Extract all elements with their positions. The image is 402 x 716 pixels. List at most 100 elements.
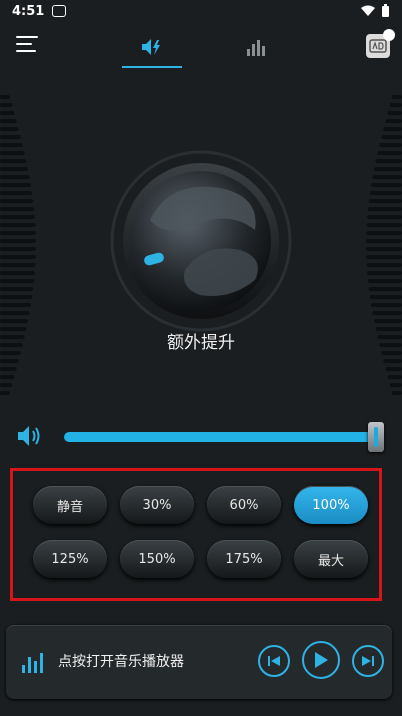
- level-bar: [0, 311, 30, 315]
- preset-group: 静音 30% 60% 100% 125% 150% 175% 最大: [10, 468, 382, 601]
- status-icons: [361, 4, 390, 18]
- volume-fill: [64, 432, 384, 442]
- preset-button[interactable]: 最大: [294, 540, 368, 578]
- speaker-boost-icon: [142, 39, 160, 55]
- open-player-label[interactable]: 点按打开音乐播放器: [58, 651, 184, 671]
- level-bar: [0, 239, 36, 243]
- level-bar: [0, 255, 36, 259]
- music-player-bar[interactable]: 点按打开音乐播放器: [6, 625, 392, 699]
- level-bar: [0, 319, 28, 323]
- level-bar: [0, 159, 27, 163]
- level-bar: [383, 359, 402, 363]
- level-bar: [0, 135, 21, 139]
- right-level-bars: [366, 95, 402, 395]
- preset-button[interactable]: 30%: [120, 486, 194, 524]
- level-bar: [375, 159, 402, 163]
- ad-icon-button[interactable]: [366, 29, 395, 58]
- level-bar: [0, 383, 13, 387]
- level-bar: [0, 263, 36, 267]
- knob-label: 额外提升: [167, 333, 235, 353]
- level-bar: [0, 111, 15, 115]
- level-bar: [377, 151, 402, 155]
- top-bar: [0, 28, 402, 68]
- level-bar: [371, 183, 402, 187]
- level-bar: [0, 143, 23, 147]
- volume-thumb[interactable]: [368, 422, 384, 452]
- level-bar: [366, 231, 402, 235]
- menu-line-icon: [16, 50, 36, 52]
- level-bar: [0, 375, 15, 379]
- preset-button[interactable]: 静音: [33, 486, 107, 524]
- previous-track-button[interactable]: [258, 645, 290, 677]
- level-bar: [0, 103, 13, 107]
- level-bar: [379, 143, 402, 147]
- level-bar: [369, 295, 402, 299]
- level-bar: [385, 119, 402, 123]
- level-bar: [0, 215, 35, 219]
- battery-icon: [382, 4, 389, 17]
- volume-icon: [18, 426, 40, 446]
- level-bar: [387, 375, 402, 379]
- level-bar: [369, 191, 402, 195]
- level-bar: [385, 367, 402, 371]
- level-bar: [0, 279, 35, 283]
- level-bar: [0, 247, 36, 251]
- volume-slider-row: [16, 420, 388, 452]
- level-bar: [372, 311, 402, 315]
- level-bar: [0, 167, 28, 171]
- level-bar: [0, 191, 33, 195]
- level-bar: [372, 175, 402, 179]
- play-icon: [315, 652, 328, 668]
- tab-volume-booster[interactable]: [122, 28, 182, 68]
- play-button[interactable]: [302, 641, 340, 679]
- level-bar: [0, 199, 34, 203]
- level-bar: [389, 103, 402, 107]
- level-bar: [392, 391, 402, 395]
- level-bar: [0, 175, 30, 179]
- level-bar: [0, 359, 19, 363]
- next-track-button[interactable]: [352, 645, 384, 677]
- level-bar: [0, 151, 25, 155]
- level-bar: [366, 223, 402, 227]
- music-bars-icon: [22, 653, 43, 673]
- ad-badge-icon: [383, 29, 395, 41]
- preset-button[interactable]: 125%: [33, 540, 107, 578]
- level-bar: [374, 167, 402, 171]
- ad-icon: [369, 39, 387, 53]
- level-bar: [367, 279, 402, 283]
- level-bar: [0, 295, 33, 299]
- level-bar: [367, 215, 402, 219]
- boost-knob[interactable]: [110, 150, 292, 332]
- menu-button[interactable]: [16, 36, 38, 54]
- preset-button[interactable]: 175%: [207, 540, 281, 578]
- notification-icon: [52, 5, 67, 17]
- preset-button[interactable]: 100%: [294, 486, 368, 524]
- level-bar: [0, 127, 19, 131]
- level-bar: [368, 287, 402, 291]
- level-bar: [0, 207, 35, 211]
- skip-next-icon: [362, 656, 374, 666]
- volume-track[interactable]: [64, 422, 384, 452]
- status-bar: 4:51: [0, 0, 402, 22]
- equalizer-icon: [247, 40, 265, 56]
- level-bar: [383, 127, 402, 131]
- status-time: 4:51: [12, 3, 45, 19]
- skip-previous-icon: [268, 656, 280, 666]
- preset-button[interactable]: 60%: [207, 486, 281, 524]
- knob-graphic: [110, 150, 292, 332]
- level-bar: [366, 247, 402, 251]
- level-bar: [0, 231, 36, 235]
- level-bar: [387, 111, 402, 115]
- level-bar: [0, 95, 10, 99]
- level-bar: [0, 287, 34, 291]
- level-bar: [392, 95, 402, 99]
- tab-equalizer[interactable]: [226, 28, 286, 68]
- level-bar: [367, 207, 402, 211]
- preset-button[interactable]: 150%: [120, 540, 194, 578]
- level-bar: [0, 367, 17, 371]
- level-bar: [0, 391, 10, 395]
- level-bar: [381, 135, 402, 139]
- level-bar: [366, 255, 402, 259]
- level-bar: [374, 319, 402, 323]
- level-bar: [366, 263, 402, 267]
